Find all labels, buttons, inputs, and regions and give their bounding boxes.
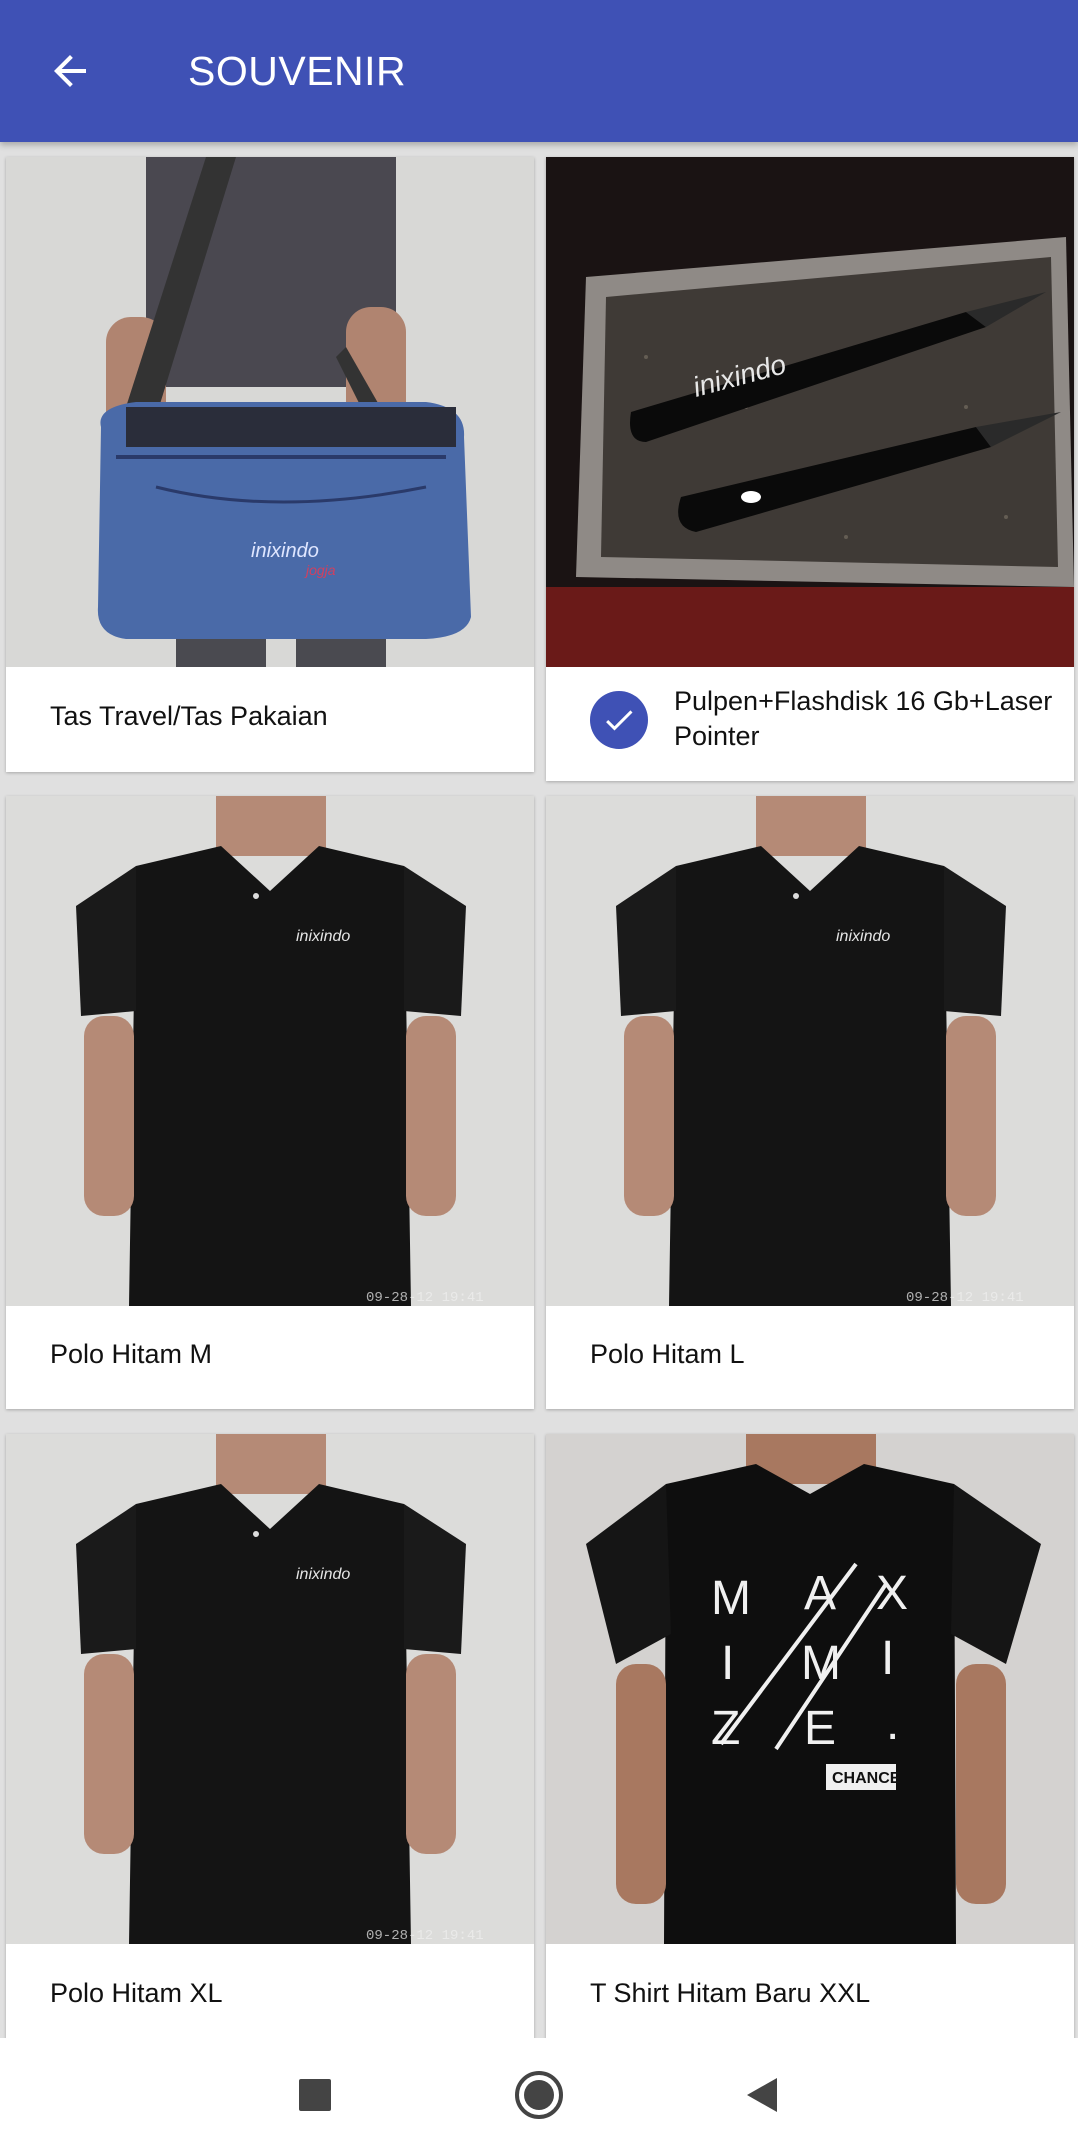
svg-text:inixindo: inixindo [296, 928, 350, 945]
product-image-travel-bag: inixindo jogja [6, 157, 534, 667]
product-name: Polo Hitam M [50, 1339, 213, 1369]
product-card-tshirt-xxl[interactable]: MAX IMI ZE. CHANCE T Shirt Hitam Baru XX… [546, 1434, 1074, 2038]
svg-text:Z: Z [711, 1702, 740, 1755]
svg-text:E: E [804, 1702, 836, 1755]
product-name: T Shirt Hitam Baru XXL [590, 1978, 871, 2008]
product-card-polo-xl[interactable]: inixindo 09-28-12 19:41 Polo Hitam XL [6, 1434, 534, 2038]
svg-text:M: M [711, 1572, 751, 1625]
product-card-pen-flashdisk[interactable]: inixindo Pulpen+Flashdisk 16 Gb+Laser Po… [546, 157, 1074, 781]
product-grid: inixindo jogja Tas Travel/Tas Pakaian in… [0, 142, 1078, 2038]
back-nav-button[interactable] [716, 2050, 806, 2140]
svg-text:inixindo: inixindo [836, 928, 890, 945]
svg-text:09-28-12 19:41: 09-28-12 19:41 [366, 1290, 484, 1306]
svg-text:.: . [886, 1697, 899, 1750]
svg-text:jogja: jogja [304, 562, 336, 578]
product-image-tshirt-xxl: MAX IMI ZE. CHANCE [546, 1434, 1074, 1944]
product-card-travel-bag[interactable]: inixindo jogja Tas Travel/Tas Pakaian [6, 157, 534, 772]
product-image-polo-l: inixindo 09-28-12 19:41 [546, 796, 1074, 1306]
back-button[interactable] [20, 21, 120, 121]
product-name: Polo Hitam L [590, 1339, 745, 1369]
product-name: Polo Hitam XL [50, 1978, 223, 2008]
svg-text:inixindo: inixindo [296, 1566, 350, 1583]
product-card-polo-m[interactable]: inixindo 09-28-12 19:41 Polo Hitam M [6, 796, 534, 1409]
product-card-polo-l[interactable]: inixindo 09-28-12 19:41 Polo Hitam L [546, 796, 1074, 1409]
svg-text:09-28-12 19:41: 09-28-12 19:41 [366, 1928, 484, 1944]
svg-text:CHANCE: CHANCE [832, 1770, 901, 1787]
triangle-back-icon [747, 2078, 777, 2112]
home-button[interactable] [494, 2050, 584, 2140]
app-bar: SOUVENIR [0, 0, 1078, 142]
arrow-back-icon [54, 55, 86, 87]
system-nav-bar [0, 2038, 1078, 2152]
svg-text:I: I [881, 1632, 894, 1685]
product-image-polo-m: inixindo 09-28-12 19:41 [6, 796, 534, 1306]
selected-check-icon [590, 691, 648, 749]
svg-text:I: I [721, 1637, 734, 1690]
product-image-polo-xl: inixindo 09-28-12 19:41 [6, 1434, 534, 1944]
product-name: Pulpen+Flashdisk 16 Gb+Laser Pointer [674, 686, 1053, 751]
svg-text:09-28-12 19:41: 09-28-12 19:41 [906, 1290, 1024, 1306]
square-recents-icon [299, 2079, 331, 2111]
svg-text:inixindo: inixindo [251, 540, 319, 562]
circle-home-icon [515, 2071, 563, 2119]
product-image-pen-flashdisk: inixindo [546, 157, 1074, 667]
recents-button[interactable] [270, 2050, 360, 2140]
product-name: Tas Travel/Tas Pakaian [50, 701, 328, 731]
page-title: SOUVENIR [188, 47, 407, 94]
